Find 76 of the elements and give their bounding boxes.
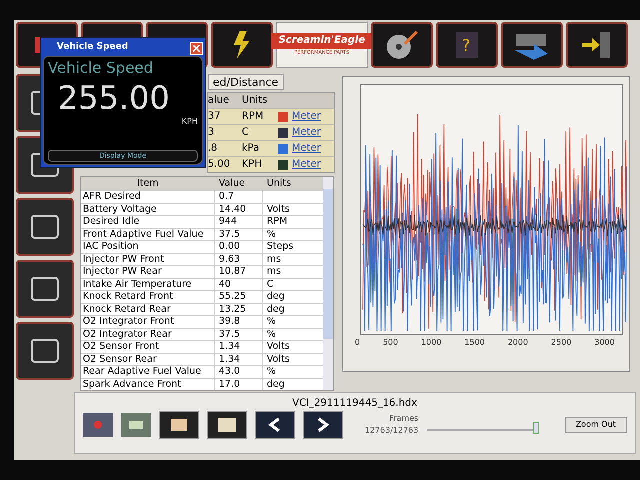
table-cell: 10.87 (215, 266, 263, 278)
speed-reading: 255.00 (57, 80, 171, 116)
table-cell: 1.34 (215, 354, 263, 365)
table-cell-text: Volts (266, 204, 290, 215)
axis-tick-label: 500 (383, 337, 398, 349)
axis-tick-label: 1500 (464, 337, 485, 349)
table-cell-text: 37 (208, 110, 222, 124)
table-cell: 1.34 (215, 341, 263, 352)
table-cell-text: deg (266, 291, 285, 302)
table-cell: 0.00 (215, 241, 263, 252)
file-name: VCI_2911119445_16.hdx (292, 397, 418, 411)
table-cell: 0.7 (215, 191, 263, 202)
table-cell: Injector PW Front (81, 254, 215, 265)
frames-count: 12763/12763 (365, 425, 419, 437)
table-cell: 39.8 (215, 316, 263, 328)
meter-heading: Vehicle Speed (48, 58, 154, 79)
table-cell-text: % (266, 228, 276, 240)
table-cell-text: deg (266, 378, 285, 390)
frames-label: Frames (390, 413, 419, 425)
table-cell-text: ms (266, 254, 282, 265)
table-cell: O2 Integrator Rear (81, 328, 215, 340)
table-cell: 14.40 (215, 204, 263, 215)
table-cell: Intake Air Temperature (81, 278, 215, 290)
window-title: Vehicle Speed (56, 41, 128, 54)
table-cell-text: % (266, 328, 276, 340)
table-cell: Spark Advance Front (81, 378, 215, 390)
table-cell: 944 (215, 216, 263, 228)
table-cell: 17.0 (215, 378, 263, 390)
table-cell-text: .8 (208, 142, 219, 156)
axis-tick-label: 2000 (508, 337, 528, 349)
table-cell: Desired Idle (81, 216, 215, 228)
table-cell-text: ms (266, 266, 282, 278)
table-cell-text: 5.00 (208, 158, 232, 172)
table-cell: AFR Desired (81, 191, 215, 202)
table-cell-text: KPH (242, 158, 264, 172)
table-cell: Injector PW Rear (81, 266, 215, 278)
table-cell: Battery Voltage (81, 204, 215, 215)
column-header: Units (266, 177, 292, 190)
column-header: alue (208, 94, 230, 108)
speed-unit: KPH (182, 116, 198, 128)
table-cell: Rear Adaptive Fuel Value (81, 366, 215, 378)
table-cell-text: C (242, 126, 250, 140)
table-cell: 37.5 (215, 328, 263, 340)
table-cell: O2 Integrator Front (81, 316, 215, 328)
table-cell-text: Volts (266, 341, 290, 352)
table-cell-text: 3 (208, 126, 216, 140)
table-cell: 13.25 (215, 304, 263, 315)
table-cell: O2 Sensor Front (81, 341, 215, 352)
axis-tick-label: 2500 (551, 337, 572, 349)
axis-tick-label: 3000 (594, 337, 615, 349)
table-cell-text: RPM (242, 110, 265, 124)
axis-tick-label: 1000 (421, 337, 442, 349)
table-cell-text: % (266, 316, 276, 328)
table-cell: 37.5 (215, 228, 263, 240)
table-cell-text: Volts (266, 354, 290, 365)
table-cell-text: deg (266, 304, 285, 315)
table-cell: 43.0 (215, 366, 263, 378)
logo-text: Screamin'Eagle (270, 33, 374, 49)
help-book-icon: ? (454, 30, 480, 60)
table-cell: 40 (215, 278, 263, 290)
table-cell-text: RPM (266, 216, 288, 228)
table-cell: Knock Retard Front (81, 291, 215, 302)
table-cell-text: Steps (266, 241, 294, 252)
table-cell-text: C (266, 278, 274, 290)
table-cell: Front Adaptive Fuel Value (81, 228, 215, 240)
axis-tick-label: 0 (355, 337, 360, 349)
table-cell-text: % (266, 366, 276, 378)
table-cell: O2 Sensor Rear (81, 354, 215, 365)
table-cell: 9.63 (215, 254, 263, 265)
column-header: Value (218, 177, 246, 190)
table-cell-text: kPa (242, 142, 260, 156)
column-header: Units (242, 94, 269, 108)
table-cell: 55.25 (215, 291, 263, 302)
table-cell: IAC Position (81, 241, 215, 252)
column-header: Item (136, 177, 160, 190)
table-cell: Knock Retard Rear (81, 304, 215, 315)
